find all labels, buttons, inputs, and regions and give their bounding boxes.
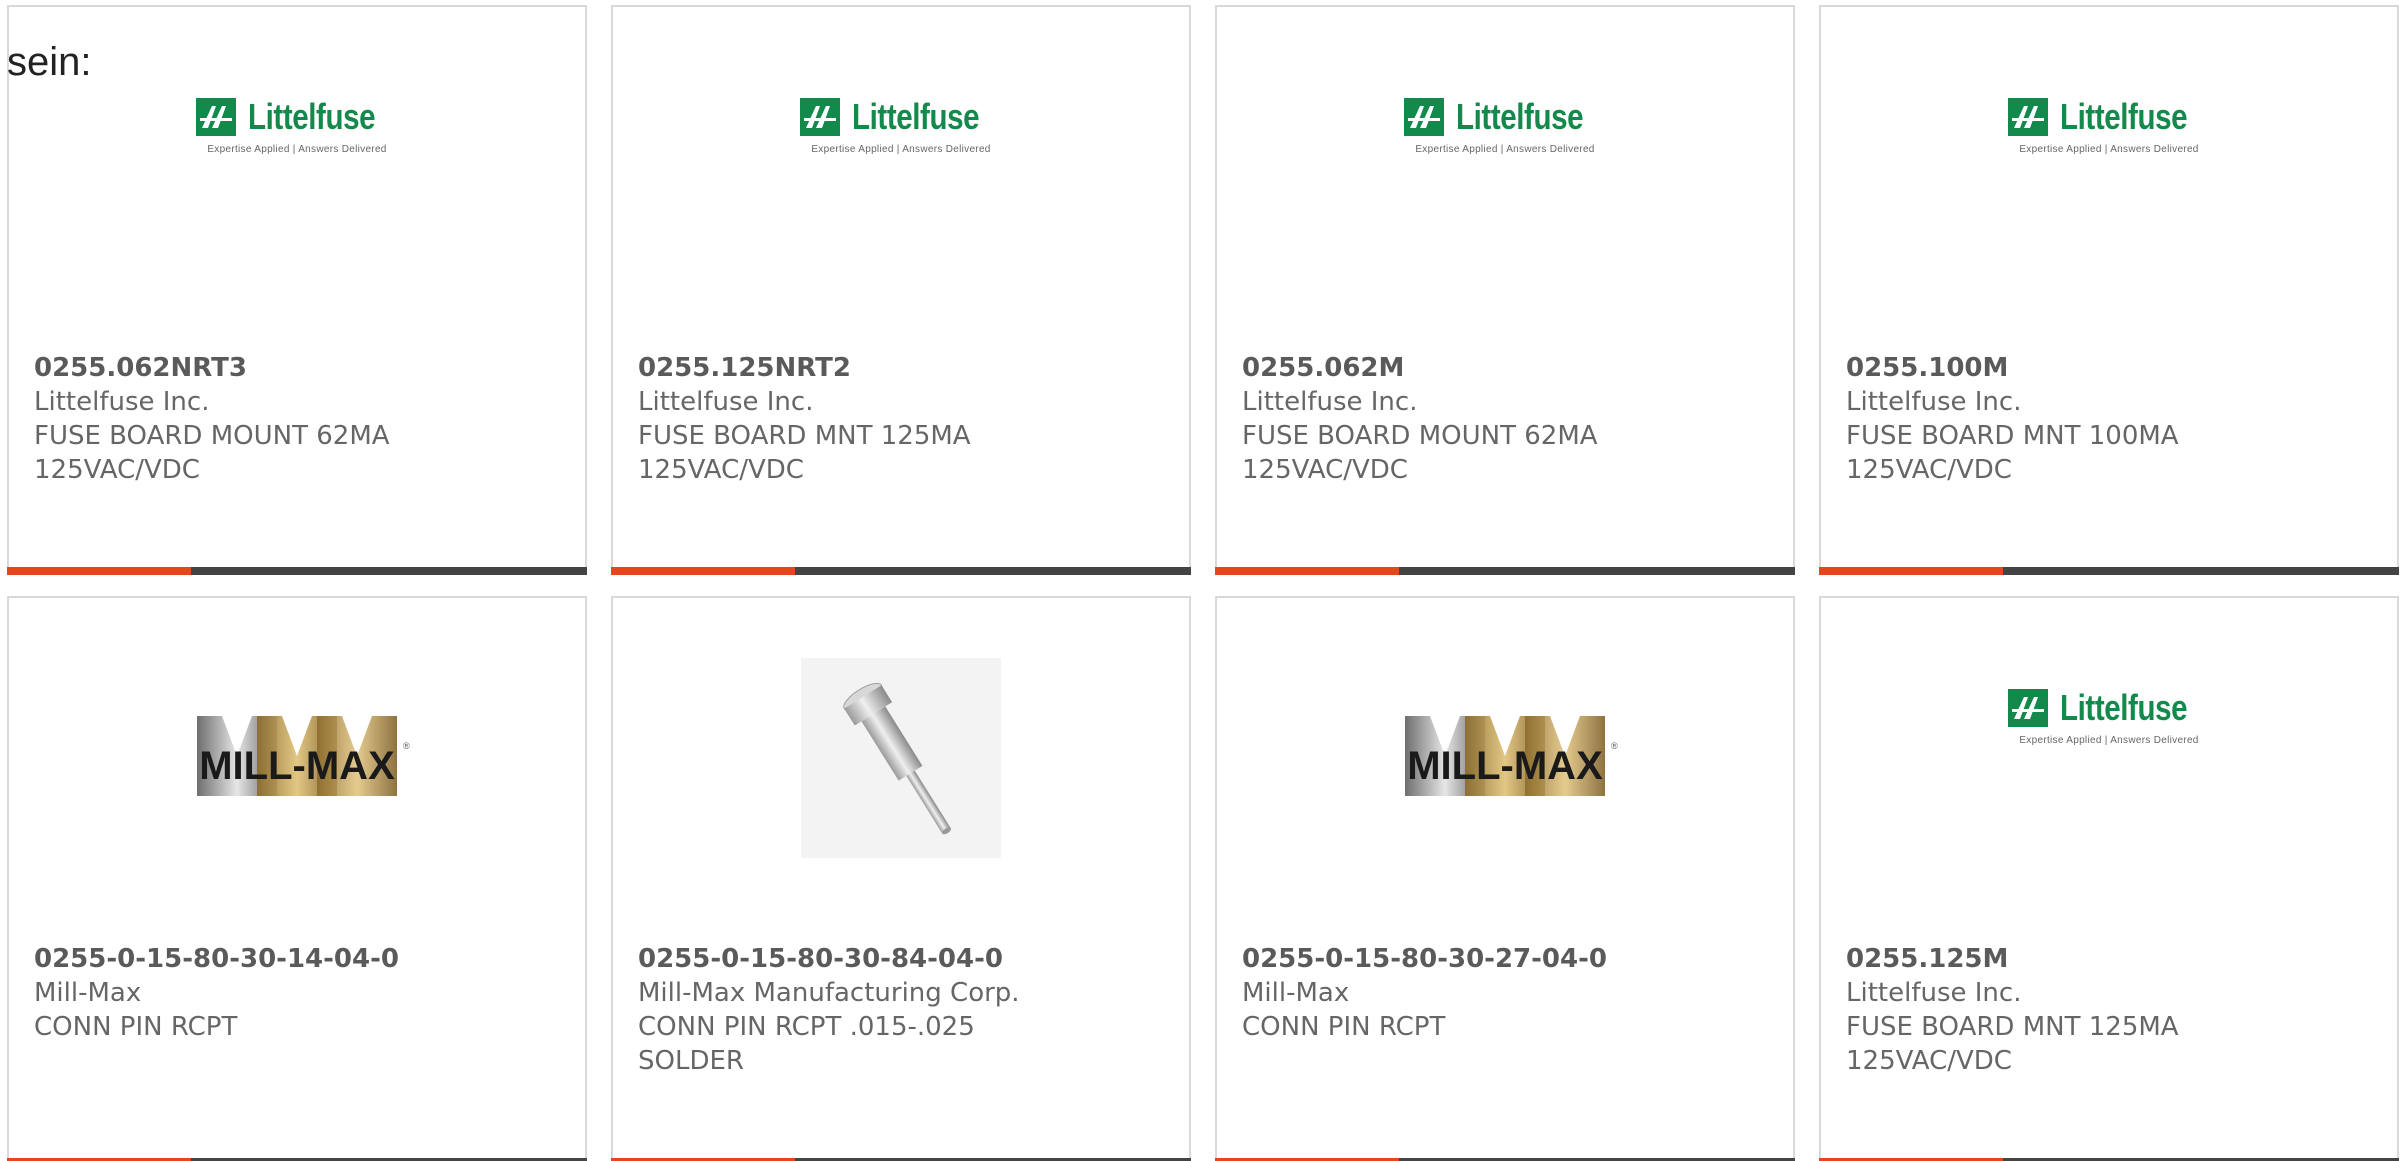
- card-footer-accent: [7, 567, 191, 575]
- product-card[interactable]: Littelfuse Expertise Applied | Answers D…: [1819, 5, 2399, 575]
- description-continued: 125VAC/VDC: [1846, 455, 2012, 485]
- littelfuse-tagline: Expertise Applied | Answers Delivered: [207, 143, 387, 155]
- product-card[interactable]: Littelfuse Expertise Applied | Answers D…: [7, 5, 587, 575]
- littelfuse-logo: Littelfuse Expertise Applied | Answers D…: [2008, 687, 2210, 746]
- product-image[interactable]: Littelfuse Expertise Applied | Answers D…: [1217, 67, 1793, 287]
- description-continued: 125VAC/VDC: [1242, 455, 1408, 485]
- littelfuse-logo: Littelfuse Expertise Applied | Answers D…: [800, 96, 1002, 155]
- product-info: 0255-0-15-80-30-14-04-0 Mill-Max CONN PIN …: [34, 942, 565, 1044]
- product-grid: Littelfuse Expertise Applied | Answers D…: [7, 5, 2400, 1161]
- pin-photo: [801, 658, 1001, 858]
- product-card[interactable]: Littelfuse Expertise Applied | Answers D…: [1215, 5, 1795, 575]
- part-number[interactable]: 0255.100M: [1846, 351, 2377, 385]
- product-image[interactable]: Littelfuse Expertise Applied | Answers D…: [1821, 658, 2397, 878]
- product-card[interactable]: MILL-MAX ® 0255-0-15-80-30-14-04-0 Mill-M…: [7, 596, 587, 1161]
- littelfuse-mark-icon: [196, 97, 236, 136]
- product-info: 0255.125NRT2 Littelfuse Inc. FUSE BOARD MN…: [638, 351, 1169, 487]
- product-card[interactable]: MILL-MAX ® 0255-0-15-80-30-27-04-0 Mill-M…: [1215, 596, 1795, 1161]
- littelfuse-wordmark: Littelfuse: [2060, 95, 2188, 137]
- littelfuse-mark-icon: [800, 97, 840, 136]
- product-image[interactable]: [613, 658, 1189, 878]
- part-number[interactable]: 0255-0-15-80-30-27-04-0: [1242, 942, 1773, 976]
- svg-text:®: ®: [403, 741, 410, 751]
- littelfuse-tagline: Expertise Applied | Answers Delivered: [1415, 143, 1595, 155]
- manufacturer: Mill-Max: [1242, 978, 1350, 1008]
- description: CONN PIN RCPT .015-.025: [638, 1012, 975, 1042]
- card-footer-bar: [7, 567, 587, 575]
- millmax-wordmark: MILL-MAX: [199, 744, 395, 788]
- description: CONN PIN RCPT: [1242, 1012, 1446, 1042]
- littelfuse-tagline: Expertise Applied | Answers Delivered: [2019, 143, 2199, 155]
- part-number[interactable]: 0255.062NRT3: [34, 351, 565, 385]
- littelfuse-logo: Littelfuse Expertise Applied | Answers D…: [1404, 96, 1606, 155]
- card-footer-accent: [1819, 567, 2003, 575]
- part-number[interactable]: 0255-0-15-80-30-84-04-0: [638, 942, 1169, 976]
- description-continued: 125VAC/VDC: [638, 455, 804, 485]
- product-info: 0255.062NRT3 Littelfuse Inc. FUSE BOARD MO…: [34, 351, 565, 487]
- littelfuse-wordmark: Littelfuse: [248, 95, 376, 137]
- card-footer-accent: [1215, 567, 1399, 575]
- littelfuse-tagline: Expertise Applied | Answers Delivered: [811, 143, 991, 155]
- part-number[interactable]: 0255.125NRT2: [638, 351, 1169, 385]
- littelfuse-tagline: Expertise Applied | Answers Delivered: [2019, 734, 2199, 746]
- product-info: 0255.100M Littelfuse Inc. FUSE BOARD MNT 1…: [1846, 351, 2377, 487]
- manufacturer: Littelfuse Inc.: [1242, 387, 1418, 417]
- description: FUSE BOARD MNT 125MA: [638, 421, 971, 451]
- part-number[interactable]: 0255.062M: [1242, 351, 1773, 385]
- littelfuse-logo: Littelfuse Expertise Applied | Answers D…: [2008, 96, 2210, 155]
- part-number[interactable]: 0255-0-15-80-30-14-04-0: [34, 942, 565, 976]
- card-footer-bar: [1819, 567, 2399, 575]
- product-card[interactable]: 0255-0-15-80-30-84-04-0 Mill-Max Manufact…: [611, 596, 1191, 1161]
- product-card[interactable]: Littelfuse Expertise Applied | Answers D…: [1819, 596, 2399, 1161]
- description-continued: 125VAC/VDC: [34, 455, 200, 485]
- description-continued: 125VAC/VDC: [1846, 1046, 2012, 1076]
- card-footer-bar: [1215, 567, 1795, 575]
- page: sein: Littelfuse Expertise Applied | Ans…: [0, 0, 2400, 1161]
- manufacturer: Mill-Max Manufacturing Corp.: [638, 978, 1020, 1008]
- product-image[interactable]: Littelfuse Expertise Applied | Answers D…: [9, 67, 585, 287]
- description: FUSE BOARD MNT 100MA: [1846, 421, 2179, 451]
- littelfuse-mark-icon: [1404, 97, 1444, 136]
- product-info: 0255-0-15-80-30-84-04-0 Mill-Max Manufact…: [638, 942, 1169, 1078]
- millmax-logo: MILL-MAX ®: [177, 701, 417, 815]
- product-info: 0255.062M Littelfuse Inc. FUSE BOARD MOUNT…: [1242, 351, 1773, 487]
- manufacturer: Littelfuse Inc.: [34, 387, 210, 417]
- product-image[interactable]: MILL-MAX ®: [9, 658, 585, 878]
- millmax-logo: MILL-MAX ®: [1385, 701, 1625, 815]
- millmax-wordmark: MILL-MAX: [1407, 744, 1603, 788]
- littelfuse-mark-icon: [2008, 688, 2048, 727]
- product-image[interactable]: MILL-MAX ®: [1217, 658, 1793, 878]
- littelfuse-wordmark: Littelfuse: [2060, 686, 2188, 728]
- product-info: 0255.125M Littelfuse Inc. FUSE BOARD MNT 1…: [1846, 942, 2377, 1078]
- littelfuse-wordmark: Littelfuse: [852, 95, 980, 137]
- manufacturer: Littelfuse Inc.: [638, 387, 814, 417]
- manufacturer: Mill-Max: [34, 978, 142, 1008]
- description: FUSE BOARD MOUNT 62MA: [1242, 421, 1598, 451]
- description: FUSE BOARD MOUNT 62MA: [34, 421, 390, 451]
- littelfuse-logo: Littelfuse Expertise Applied | Answers D…: [196, 96, 398, 155]
- description: FUSE BOARD MNT 125MA: [1846, 1012, 2179, 1042]
- card-footer-accent: [611, 567, 795, 575]
- svg-text:®: ®: [1611, 741, 1618, 751]
- manufacturer: Littelfuse Inc.: [1846, 978, 2022, 1008]
- card-footer-bar: [611, 567, 1191, 575]
- intro-text: sein:: [7, 40, 92, 84]
- littelfuse-mark-icon: [2008, 97, 2048, 136]
- product-image[interactable]: Littelfuse Expertise Applied | Answers D…: [613, 67, 1189, 287]
- part-number[interactable]: 0255.125M: [1846, 942, 2377, 976]
- manufacturer: Littelfuse Inc.: [1846, 387, 2022, 417]
- description: CONN PIN RCPT: [34, 1012, 238, 1042]
- product-info: 0255-0-15-80-30-27-04-0 Mill-Max CONN PIN …: [1242, 942, 1773, 1044]
- product-card[interactable]: Littelfuse Expertise Applied | Answers D…: [611, 5, 1191, 575]
- littelfuse-wordmark: Littelfuse: [1456, 95, 1584, 137]
- description-continued: SOLDER: [638, 1046, 744, 1076]
- product-image[interactable]: Littelfuse Expertise Applied | Answers D…: [1821, 67, 2397, 287]
